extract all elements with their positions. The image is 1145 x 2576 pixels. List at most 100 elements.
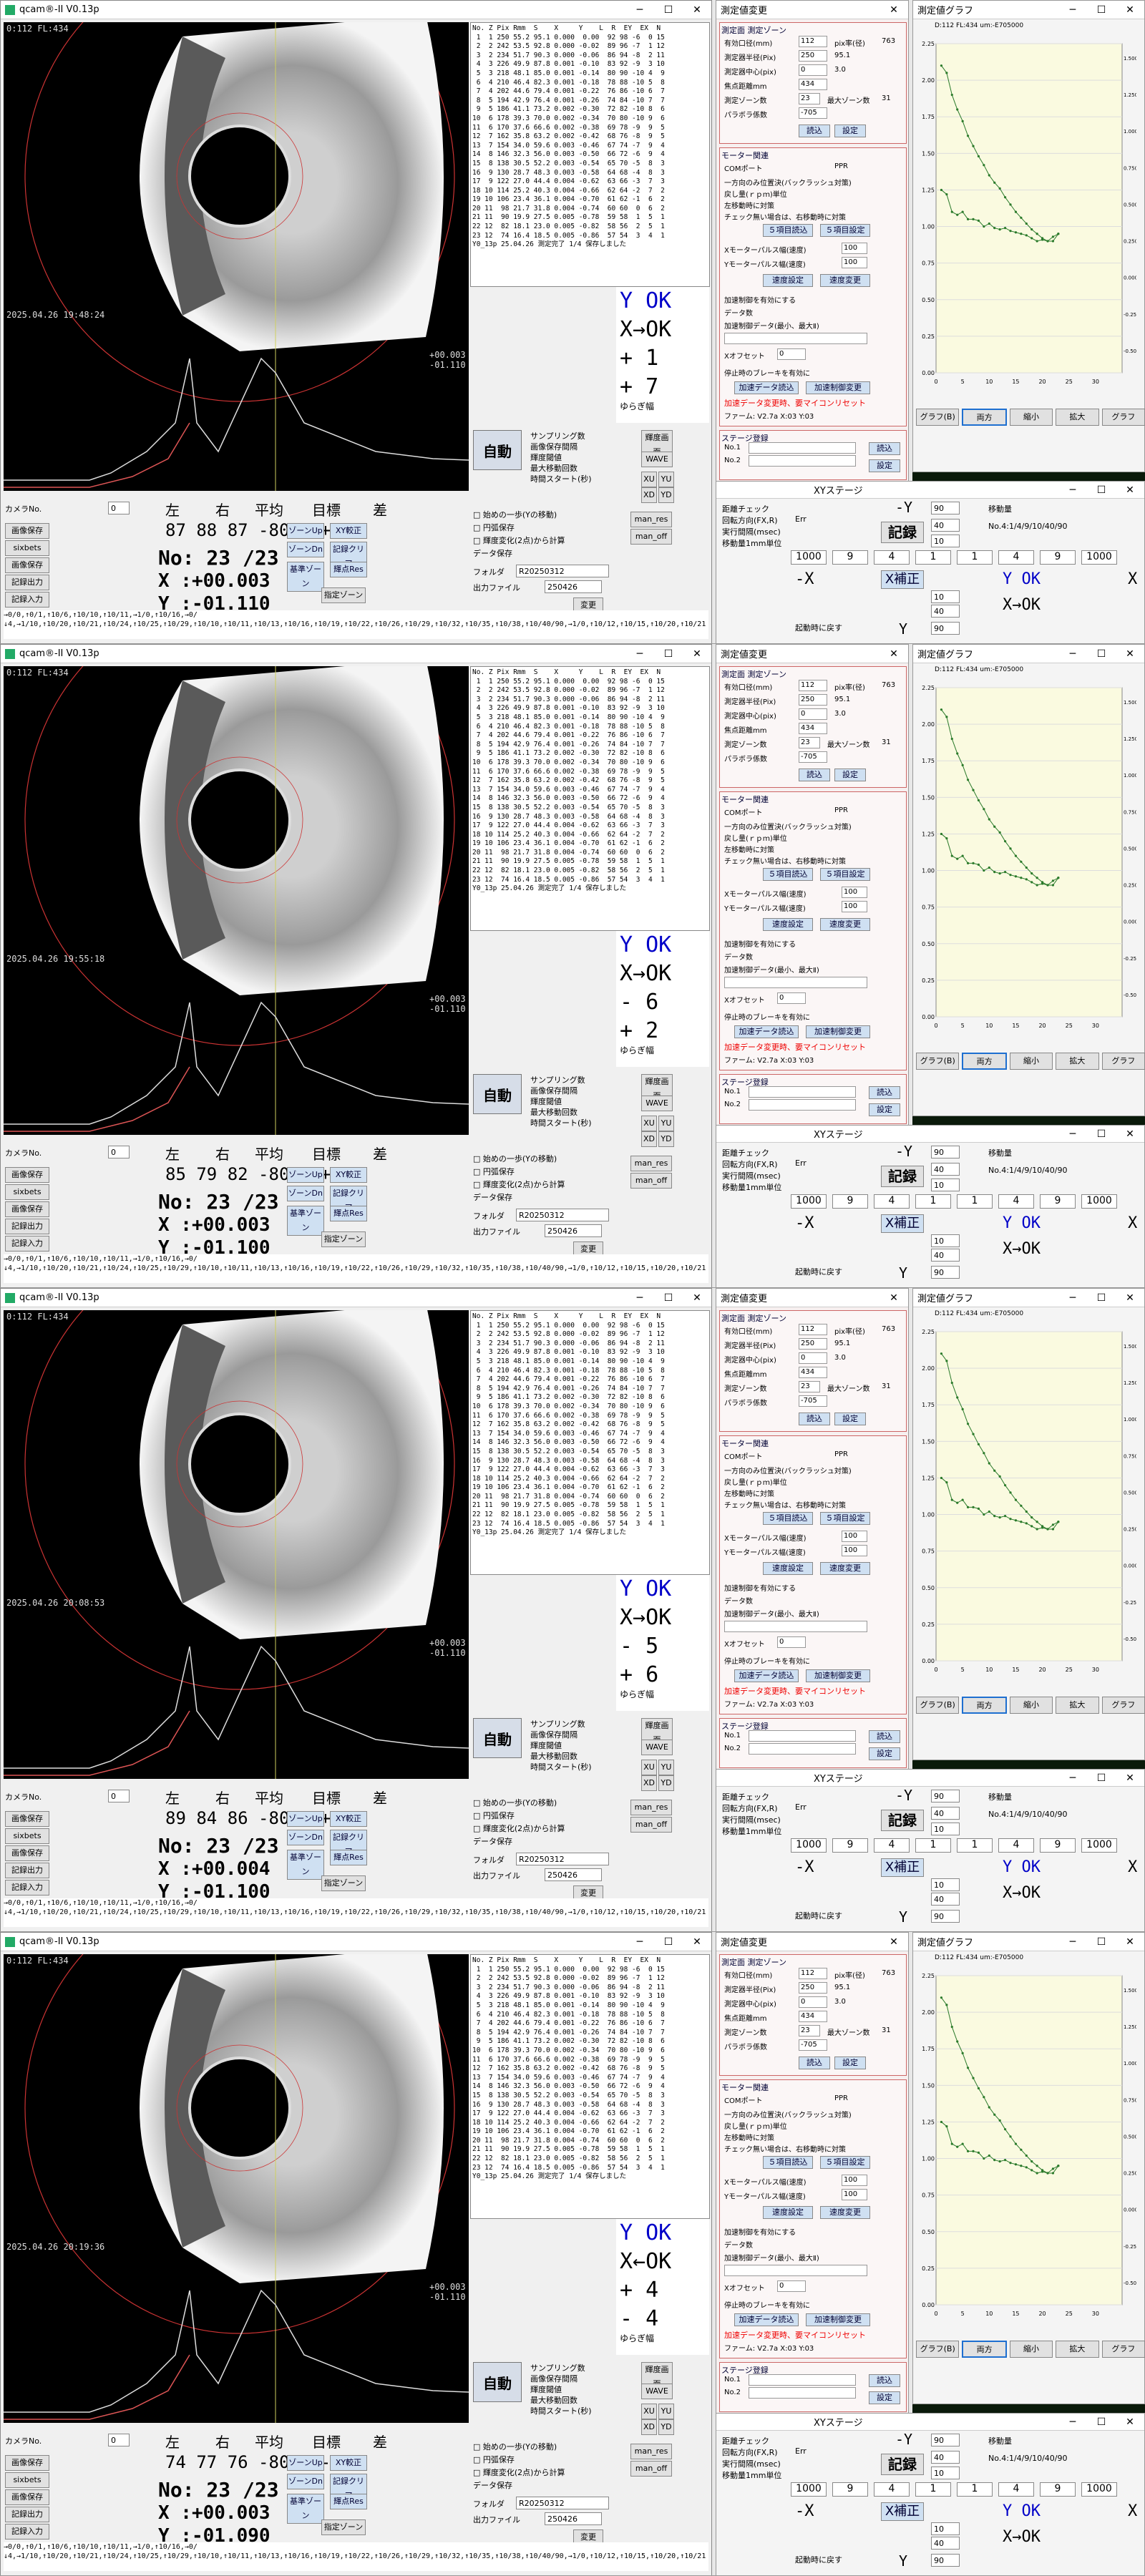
opt-initial[interactable]: □ 始めの一歩(Yの移動) — [473, 1153, 557, 1164]
graph-close-icon[interactable]: ✕ — [1116, 648, 1144, 660]
table-row[interactable]: 11 6 170 37.6 66.6 0.002 -0.38 69 78 -9 … — [472, 2056, 708, 2065]
zone-dn-button[interactable]: ゾーンDn — [287, 1186, 324, 1201]
xy-step-2[interactable]: 4 — [874, 1838, 910, 1853]
ymotor-field[interactable]: 100 — [842, 901, 867, 912]
xmotor-field[interactable]: 100 — [842, 887, 867, 898]
table-row[interactable]: 6 4 210 46.4 82.3 0.001 -0.18 78 88 -10 … — [472, 723, 708, 732]
shifts-button[interactable]: sixbets — [5, 1184, 49, 1200]
folder-field[interactable]: R20250312 — [516, 2497, 609, 2509]
ret5-read-button[interactable]: ５項目読込 — [763, 1512, 813, 1525]
table-row[interactable]: 22 12 82 18.1 23.0 0.005 -0.82 58 56 2 5… — [472, 223, 708, 232]
y-step-40b[interactable]: 40 — [931, 605, 960, 618]
table-row[interactable]: 11 6 170 37.6 66.6 0.002 -0.38 69 78 -9 … — [472, 768, 708, 777]
accel-label[interactable]: 加速制御を有効にする — [724, 1582, 796, 1593]
man-off-button[interactable]: man_off — [630, 1817, 672, 1833]
xy-step-4[interactable]: 1 — [957, 2482, 993, 2497]
xy-step-4[interactable]: 1 — [957, 550, 993, 565]
zone-dn-button[interactable]: ゾーンDn — [287, 2474, 324, 2489]
accel-read-button[interactable]: 加速データ読込 — [734, 2313, 799, 2326]
brake-label[interactable]: 停止時のブレーキを有効に — [724, 1011, 810, 1022]
table-row[interactable]: 21 11 90 19.9 27.5 0.005 -0.78 59 58 1 5… — [472, 213, 708, 223]
graph-btn-2[interactable]: 縮小 — [1009, 1053, 1053, 1070]
stage-no1-field[interactable] — [749, 1086, 856, 1098]
xy-step-7[interactable]: 1000 — [1081, 2482, 1117, 2497]
backlash-label[interactable]: 一方向のみ位置決(バックラッシュ対策) — [724, 1465, 852, 1475]
table-row[interactable]: 14 8 146 32.3 56.0 0.003 -0.50 66 72 -6 … — [472, 1438, 708, 1448]
rmax-field[interactable]: 250 — [799, 1338, 827, 1350]
yu-button[interactable]: YU — [658, 1760, 674, 1775]
right-move-label[interactable]: 左移動時に対策 — [724, 844, 774, 854]
table-row[interactable]: 2 2 242 53.5 92.8 0.000 -0.02 89 96 -7 1… — [472, 42, 708, 52]
start-return-checkbox[interactable]: 起動時に戻す — [795, 622, 842, 633]
maximize-icon[interactable]: ☐ — [654, 4, 683, 16]
stage-set-button[interactable]: 設定 — [869, 1747, 900, 1760]
table-row[interactable]: 15 8 138 30.5 52.2 0.003 -0.54 65 70 -5 … — [472, 2092, 708, 2101]
table-row[interactable]: 10 6 178 39.3 70.0 0.002 -0.34 70 80 -10… — [472, 1402, 708, 1412]
table-row[interactable]: 18 10 114 25.2 40.3 0.004 -0.66 62 64 -2… — [472, 2119, 708, 2128]
xy-step-1[interactable]: 9 — [832, 2482, 868, 2497]
settings-close-icon[interactable]: ✕ — [880, 1936, 908, 1948]
fixed-zone-button[interactable]: 指定ゾーン — [321, 2519, 366, 2535]
wave-button[interactable]: WAVE — [641, 1096, 673, 1111]
right-move-label[interactable]: 左移動時に対策 — [724, 2132, 774, 2142]
ret5-read-button[interactable]: ５項目読込 — [763, 224, 813, 237]
file-field[interactable]: 250426 — [545, 1868, 602, 1881]
img-save-button[interactable]: 画像保存 — [5, 557, 49, 573]
table-row[interactable]: 2 2 242 53.5 92.8 0.000 -0.02 89 96 -7 1… — [472, 686, 708, 696]
stage-no2-field[interactable] — [749, 1743, 856, 1755]
base-zone-button[interactable]: 基準ゾーン — [287, 2494, 324, 2524]
accel-read-button[interactable]: 加速データ読込 — [734, 381, 799, 394]
y-step-40b[interactable]: 40 — [931, 2537, 960, 2550]
xy-step-6[interactable]: 9 — [1040, 2482, 1076, 2497]
center-field[interactable]: 0 — [799, 1352, 827, 1364]
y-step-10b[interactable]: 10 — [931, 1234, 960, 1247]
table-row[interactable]: 4 3 226 49.9 87.8 0.001 -0.10 83 92 -9 3… — [472, 60, 708, 69]
graph-btn-0[interactable]: グラフ(B) — [916, 1053, 960, 1070]
camera-viewer[interactable]: 0:112 FL:434 2025.04.26 19:55:18 +00.003… — [4, 666, 469, 1135]
table-row[interactable]: 16 9 130 28.7 48.3 0.003 -0.58 64 68 -4 … — [472, 1457, 708, 1466]
record-out-button[interactable]: 記録出力 — [5, 1863, 49, 1878]
zone-count-field[interactable]: 23 — [799, 93, 820, 104]
speed-change-button[interactable]: 速度変更 — [820, 2206, 870, 2219]
minimize-icon[interactable]: ─ — [625, 1292, 654, 1304]
accel-change-button[interactable]: 加速制御変更 — [806, 381, 870, 394]
table-row[interactable]: 2 2 242 53.5 92.8 0.000 -0.02 89 96 -7 1… — [472, 1330, 708, 1340]
focal-field[interactable]: 434 — [799, 2011, 827, 2022]
xy-step-0[interactable]: 1000 — [791, 1194, 827, 1209]
point-button[interactable]: 輝点Res — [330, 2494, 367, 2509]
table-row[interactable]: 11 6 170 37.6 66.6 0.002 -0.38 69 78 -9 … — [472, 124, 708, 133]
camera-number-field[interactable]: 0 — [108, 1146, 130, 1158]
y-step-40b[interactable]: 40 — [931, 1249, 960, 1262]
xy-maximize-icon[interactable]: ☐ — [1087, 2416, 1116, 2428]
y-step-40[interactable]: 40 — [931, 1163, 960, 1176]
yu-button[interactable]: YU — [658, 2404, 674, 2419]
close-icon[interactable]: ✕ — [683, 4, 711, 16]
record-in-button[interactable]: 記録入力 — [5, 1880, 49, 1896]
graph-btn-3[interactable]: 拡大 — [1056, 409, 1099, 426]
offset-field[interactable]: 0 — [777, 992, 806, 1004]
table-row[interactable]: 17 9 122 27.0 44.4 0.004 -0.62 63 66 -3 … — [472, 1465, 708, 1475]
file-field[interactable]: 250426 — [545, 1224, 602, 1237]
table-row[interactable]: 8 5 194 42.9 76.4 0.001 -0.26 74 84 -10 … — [472, 2029, 708, 2038]
file-field[interactable]: 250426 — [545, 580, 602, 593]
graph-close-icon[interactable]: ✕ — [1116, 1292, 1144, 1304]
y-step-10[interactable]: 10 — [931, 1179, 960, 1191]
zone-table[interactable]: No. Z Pix Rmm S X Y L R EY EX N 1 1 250 … — [470, 1954, 710, 2219]
img-read-button[interactable]: 画像保存 — [5, 1167, 49, 1183]
table-row[interactable]: 11 6 170 37.6 66.6 0.002 -0.38 69 78 -9 … — [472, 1412, 708, 1421]
record-out-button[interactable]: 記録出力 — [5, 575, 49, 590]
opt-store[interactable]: □ 円弧保存 — [473, 522, 515, 533]
close-icon[interactable]: ✕ — [683, 1936, 711, 1948]
offset-field[interactable]: 0 — [777, 1636, 806, 1648]
xy-minimize-icon[interactable]: ─ — [1058, 1772, 1087, 1784]
table-row[interactable]: 3 2 234 51.7 90.3 0.000 -0.06 86 94 -8 2… — [472, 52, 708, 61]
img-save-button[interactable]: 画像保存 — [5, 1201, 49, 1217]
table-row[interactable]: 16 9 130 28.7 48.3 0.003 -0.58 64 68 -4 … — [472, 813, 708, 822]
wave-button[interactable]: WAVE — [641, 1740, 673, 1755]
x-fix-button[interactable]: X補正 — [881, 2502, 924, 2521]
wave-button[interactable]: WAVE — [641, 452, 673, 467]
stage-no1-field[interactable] — [749, 1730, 856, 1742]
table-row[interactable]: 19 10 106 23.4 36.1 0.004 -0.70 61 62 -1… — [472, 195, 708, 205]
table-row[interactable]: 13 7 154 34.0 59.6 0.003 -0.46 67 74 -7 … — [472, 1430, 708, 1439]
speed-change-button[interactable]: 速度変更 — [820, 918, 870, 931]
